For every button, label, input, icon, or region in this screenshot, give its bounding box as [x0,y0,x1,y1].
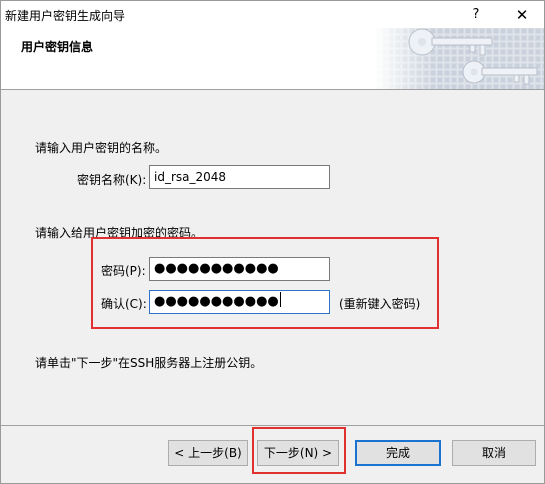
key-name-label: 密钥名称(K): [77,173,147,187]
next-highlight-box [252,427,346,474]
title-bar: 新建用户密钥生成向导 ? ✕ [1,1,544,28]
help-button[interactable]: ? [464,4,488,26]
cancel-button[interactable]: 取消 [452,440,536,466]
key-name-prompt: 请输入用户密钥的名称。 [35,141,168,155]
back-button[interactable]: < 上一步(B) [168,440,248,466]
wizard-header: 用户密钥信息 [1,28,544,90]
password-highlight-box [91,237,439,329]
finish-button[interactable]: 完成 [355,440,441,466]
register-note: 请单击"下一步"在SSH服务器上注册公钥。 [35,356,263,370]
wizard-window: 新建用户密钥生成向导 ? ✕ 用户密钥信息 请输入用户密钥的名称。 密钥名称(K… [0,0,545,484]
keys-icon [374,28,544,89]
key-name-input[interactable]: id_rsa_2048 [149,165,330,189]
header-title: 用户密钥信息 [21,40,94,54]
close-button[interactable]: ✕ [510,4,534,26]
content-area: 请输入用户密钥的名称。 密钥名称(K): id_rsa_2048 请输入给用户密… [1,90,544,425]
window-title: 新建用户密钥生成向导 [5,9,126,23]
button-bar: < 上一步(B) 下一步(N) > 完成 取消 [1,426,544,483]
